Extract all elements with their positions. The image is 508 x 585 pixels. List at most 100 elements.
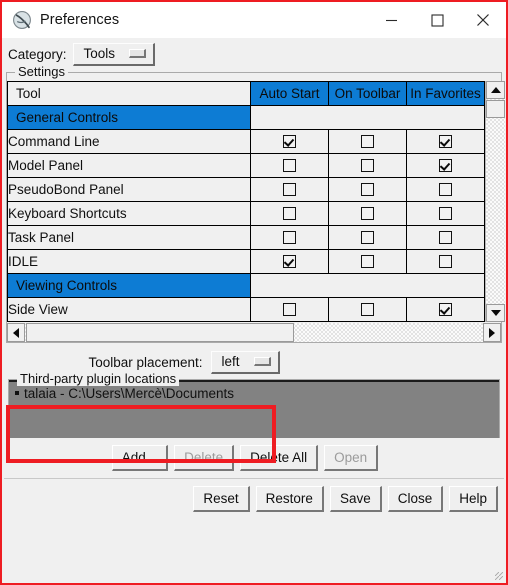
checkbox-auto-start-unchecked[interactable] — [283, 302, 296, 316]
cell-auto-start[interactable] — [250, 297, 329, 322]
dropdown-indicator-icon — [129, 49, 147, 58]
scroll-up-button[interactable] — [486, 81, 505, 99]
table-row[interactable]: General Controls — [7, 105, 485, 130]
scroll-right-button[interactable] — [483, 323, 501, 342]
category-row-label: Viewing Controls — [7, 273, 251, 298]
checkbox-auto-start-checked[interactable] — [283, 254, 296, 268]
toolbar-placement-value: left — [221, 354, 240, 369]
plugin-locations-list[interactable]: talaia - C:\Users\Mercè\Documents — [9, 380, 499, 438]
checkbox-in-favorites-unchecked[interactable] — [439, 206, 452, 220]
window-controls — [368, 2, 506, 38]
horizontal-scrollbar[interactable] — [7, 323, 501, 342]
checkbox-in-favorites-unchecked[interactable] — [439, 230, 452, 244]
column-header-on-toolbar[interactable]: On Toolbar — [328, 81, 407, 106]
cell-on-toolbar[interactable] — [328, 297, 407, 322]
checkbox-on-toolbar-unchecked[interactable] — [361, 206, 374, 220]
cell-on-toolbar[interactable] — [328, 201, 407, 226]
help-button[interactable]: Help — [449, 486, 498, 512]
checkbox-auto-start-unchecked[interactable] — [283, 158, 296, 172]
checkbox-in-favorites-unchecked[interactable] — [439, 182, 452, 196]
delete-button: Delete — [174, 445, 235, 471]
table-row[interactable]: PseudoBond Panel — [7, 177, 485, 202]
maximize-button[interactable] — [414, 2, 460, 38]
cell-in-favorites[interactable] — [406, 153, 485, 178]
table-row[interactable]: Keyboard Shortcuts — [7, 201, 485, 226]
checkbox-in-favorites-checked[interactable] — [439, 158, 452, 172]
cell-on-toolbar[interactable] — [328, 129, 407, 154]
checkbox-on-toolbar-unchecked[interactable] — [361, 134, 374, 148]
horizontal-scrollbar-thumb[interactable] — [26, 323, 294, 342]
checkbox-auto-start-unchecked[interactable] — [283, 230, 296, 244]
preferences-dialog: Preferences Category: Tools Settings Too… — [0, 0, 508, 585]
triangle-left-icon — [13, 327, 19, 338]
table-row[interactable]: Side View — [7, 297, 485, 322]
category-dropdown[interactable]: Tools — [72, 42, 156, 66]
tool-name-cell: IDLE — [7, 249, 251, 274]
checkbox-on-toolbar-unchecked[interactable] — [361, 254, 374, 268]
column-header-tool[interactable]: Tool — [7, 81, 251, 106]
settings-group-title: Settings — [15, 64, 68, 79]
checkbox-on-toolbar-unchecked[interactable] — [361, 302, 374, 316]
cell-in-favorites[interactable] — [406, 201, 485, 226]
settings-group: Settings Tool Auto Start On Toolbar In F… — [6, 64, 505, 343]
column-header-in-favorites[interactable]: In Favorites — [406, 81, 485, 106]
close-button[interactable] — [460, 2, 506, 38]
delete-all-button[interactable]: Delete All — [240, 445, 319, 471]
tools-table-main: Tool Auto Start On Toolbar In Favorites … — [7, 81, 485, 322]
cell-on-toolbar[interactable] — [328, 225, 407, 250]
save-button[interactable]: Save — [329, 486, 382, 512]
checkbox-on-toolbar-unchecked[interactable] — [361, 230, 374, 244]
table-row[interactable]: Viewing Controls — [7, 273, 485, 298]
dialog-button-row: Reset Restore Save Close Help — [2, 479, 506, 519]
toolbar-placement-dropdown[interactable]: left — [210, 350, 280, 374]
cell-in-favorites[interactable] — [406, 225, 485, 250]
checkbox-on-toolbar-unchecked[interactable] — [361, 182, 374, 196]
table-row[interactable]: IDLE — [7, 249, 485, 274]
cell-on-toolbar[interactable] — [328, 153, 407, 178]
cell-auto-start[interactable] — [250, 129, 329, 154]
checkbox-auto-start-unchecked[interactable] — [283, 182, 296, 196]
plugin-locations-group: Third-party plugin locations talaia - C:… — [8, 371, 500, 438]
checkbox-in-favorites-unchecked[interactable] — [439, 254, 452, 268]
checkbox-in-favorites-checked[interactable] — [439, 134, 452, 148]
cell-in-favorites[interactable] — [406, 177, 485, 202]
title-bar: Preferences — [2, 2, 506, 38]
cell-auto-start[interactable] — [250, 201, 329, 226]
cell-in-favorites[interactable] — [406, 129, 485, 154]
checkbox-auto-start-checked[interactable] — [283, 134, 296, 148]
reset-button[interactable]: Reset — [193, 486, 250, 512]
table-row[interactable]: Model Panel — [7, 153, 485, 178]
minimize-button[interactable] — [368, 2, 414, 38]
list-item[interactable]: talaia - C:\Users\Mercè\Documents — [9, 385, 499, 401]
tools-table-area: Tool Auto Start On Toolbar In Favorites … — [7, 81, 505, 322]
table-row[interactable]: Command Line — [7, 129, 485, 154]
vertical-scrollbar-thumb[interactable] — [486, 100, 505, 118]
cell-auto-start[interactable] — [250, 177, 329, 202]
cell-auto-start[interactable] — [250, 225, 329, 250]
chimera-logo-icon — [13, 11, 31, 29]
tools-table: Tool Auto Start On Toolbar In Favorites … — [7, 81, 485, 322]
resize-grip[interactable] — [495, 572, 503, 580]
cell-on-toolbar[interactable] — [328, 177, 407, 202]
close-button[interactable]: Close — [387, 486, 444, 512]
add-button[interactable]: Add... — [111, 445, 169, 471]
horizontal-scrollbar-track[interactable] — [294, 323, 483, 342]
cell-on-toolbar[interactable] — [328, 249, 407, 274]
cell-in-favorites[interactable] — [406, 249, 485, 274]
tool-name-cell: Model Panel — [7, 153, 251, 178]
restore-button[interactable]: Restore — [255, 486, 324, 512]
table-header-row: Tool Auto Start On Toolbar In Favorites — [7, 81, 485, 106]
cell-auto-start[interactable] — [250, 249, 329, 274]
column-header-auto-start[interactable]: Auto Start — [250, 81, 329, 106]
vertical-scrollbar[interactable] — [485, 81, 505, 322]
checkbox-auto-start-unchecked[interactable] — [283, 206, 296, 220]
checkbox-on-toolbar-unchecked[interactable] — [361, 158, 374, 172]
checkbox-in-favorites-checked[interactable] — [439, 302, 452, 316]
vertical-scrollbar-track[interactable] — [486, 118, 505, 304]
cell-auto-start[interactable] — [250, 153, 329, 178]
scroll-down-button[interactable] — [486, 304, 505, 322]
cell-in-favorites[interactable] — [406, 297, 485, 322]
table-row[interactable]: Task Panel — [7, 225, 485, 250]
plugin-group-title: Third-party plugin locations — [17, 371, 180, 386]
scroll-left-button[interactable] — [7, 323, 25, 342]
